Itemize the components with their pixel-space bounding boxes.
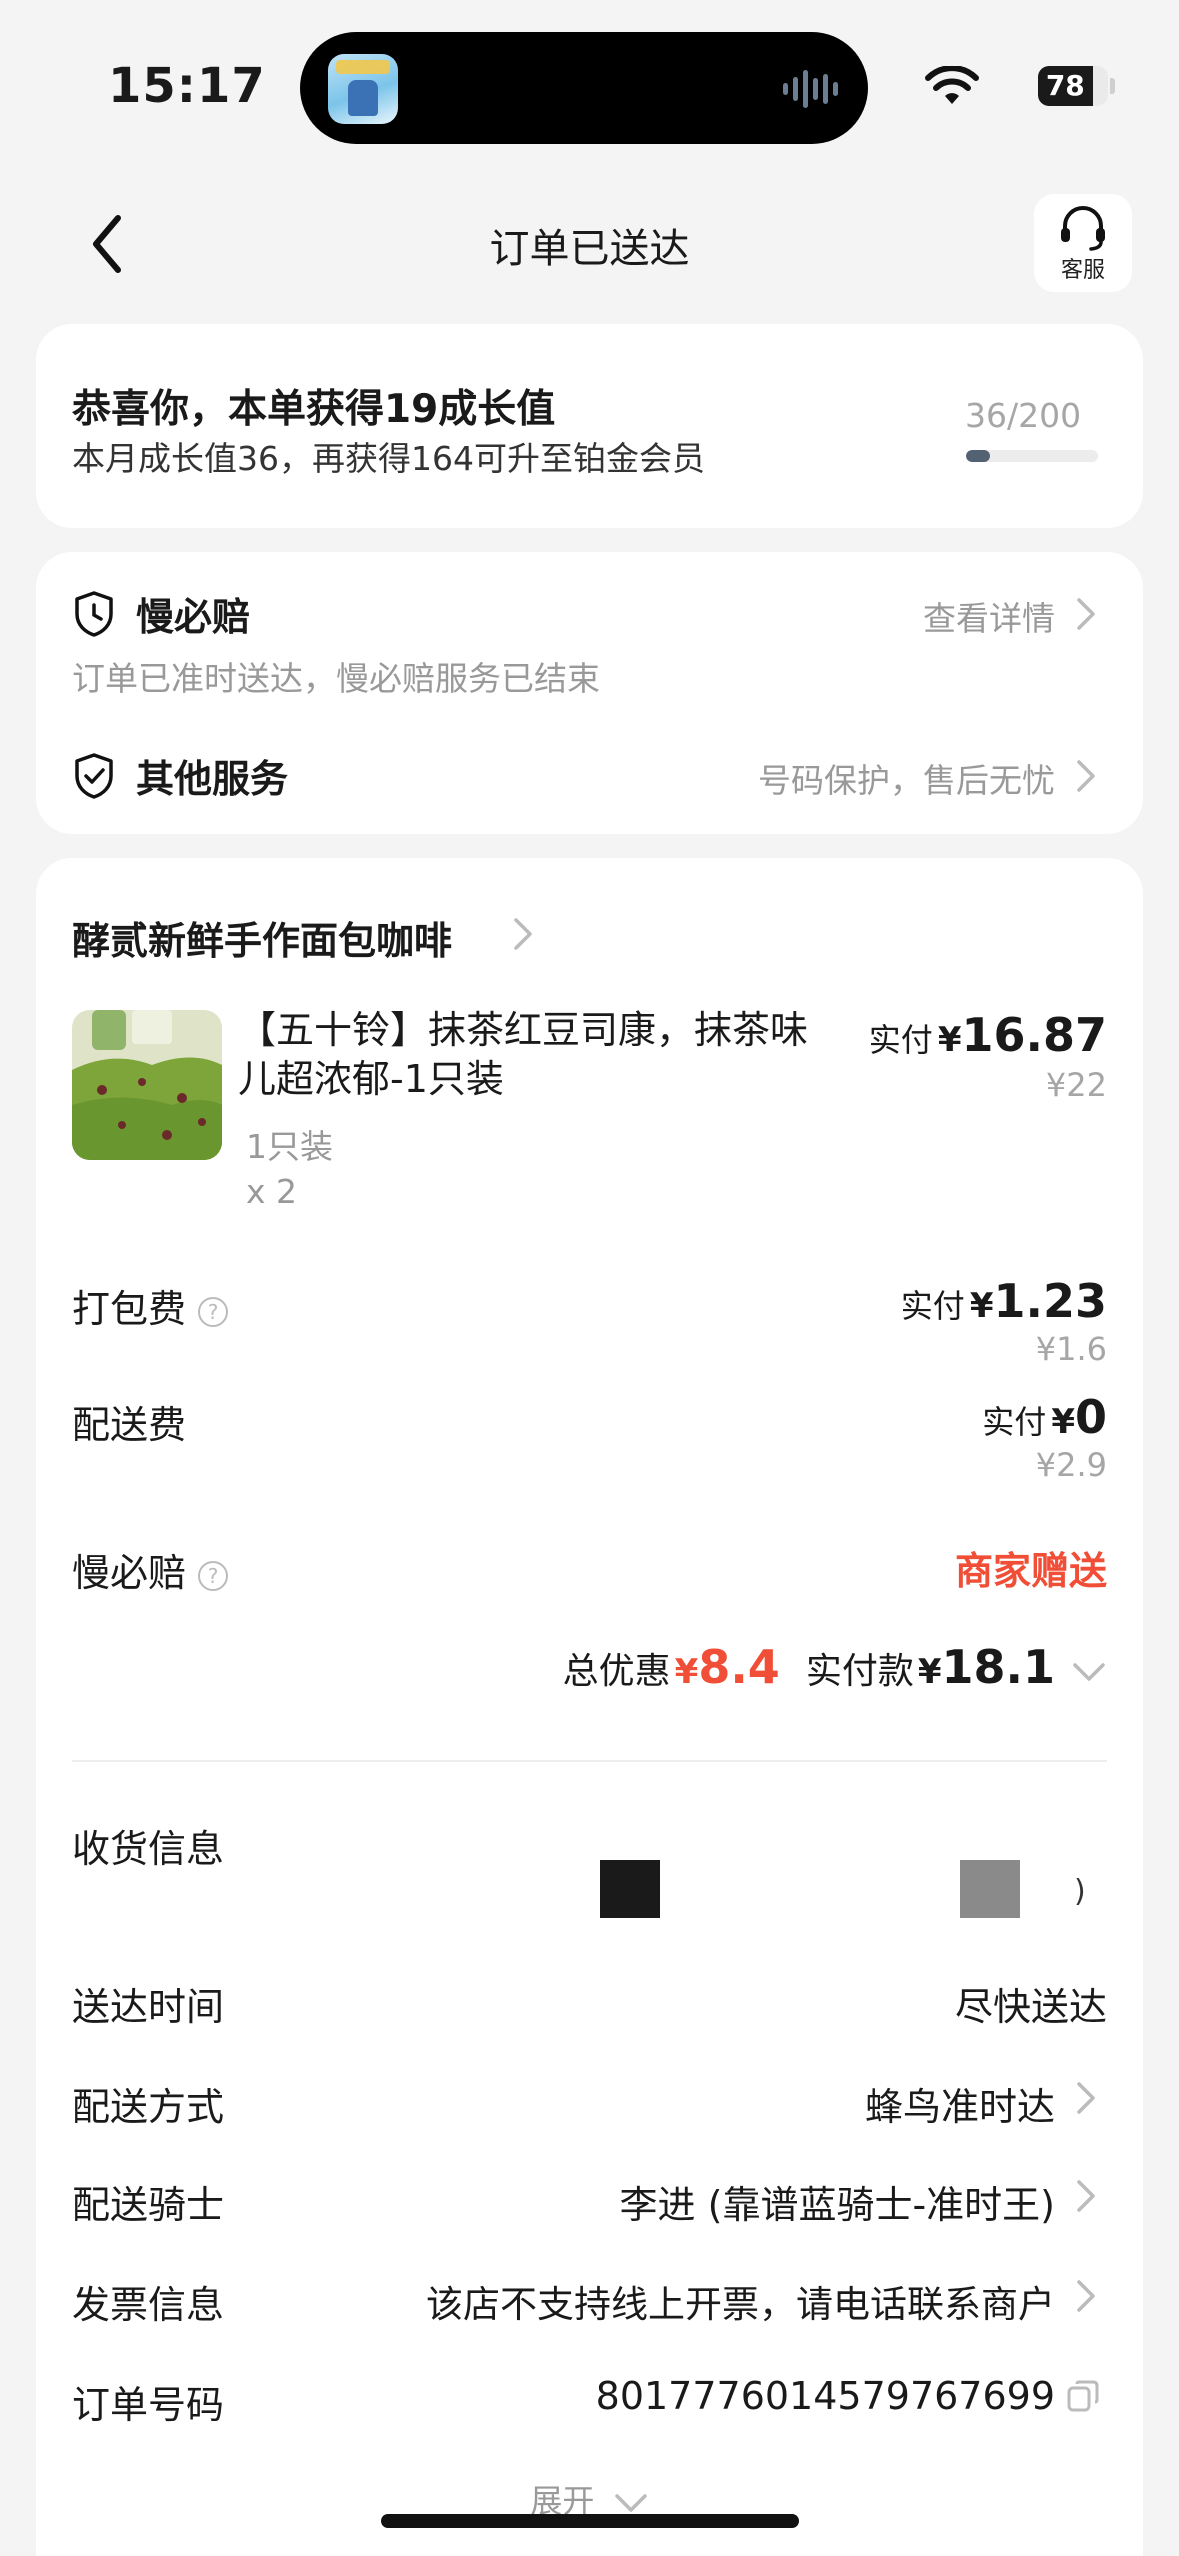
slow-comp-row-label: 慢必赔?	[72, 1542, 229, 1597]
redacted-block	[960, 1860, 1020, 1918]
battery-indicator: 78	[1038, 66, 1108, 106]
packing-fee-original: ¥1.6	[1035, 1330, 1107, 1368]
product-name[interactable]: 【五十铃】抹茶红豆司康，抹茶味儿超浓郁-1只装	[238, 1006, 808, 1104]
product-paid-amount: 16.87	[961, 1008, 1107, 1062]
growth-progress-fill	[966, 450, 990, 462]
total-discount-amount: 8.4	[698, 1640, 780, 1694]
discount-currency: ¥	[674, 1652, 699, 1692]
section-divider	[72, 1760, 1107, 1762]
other-services-title: 其他服务	[136, 757, 289, 801]
growth-progress-bar	[966, 450, 1098, 462]
currency-symbol: ¥	[1051, 1402, 1075, 1442]
battery-tip	[1110, 78, 1115, 94]
invoice-label: 发票信息	[72, 2283, 225, 2327]
total-paid-label: 实付款	[805, 1651, 914, 1692]
delivery-fee-paid: 实付 ¥0	[982, 1390, 1107, 1444]
chevron-right-icon[interactable]	[1075, 2178, 1097, 2214]
chevron-down-icon[interactable]	[1071, 1661, 1107, 1683]
help-icon[interactable]: ?	[198, 1560, 229, 1591]
receiver-info-tail: )	[1074, 1874, 1086, 1909]
status-time: 15:17	[108, 58, 266, 114]
battery-percent: 78	[1045, 69, 1085, 102]
total-paid-amount: 18.1	[941, 1640, 1056, 1694]
delivery-fee-original: ¥2.9	[1035, 1446, 1107, 1484]
slow-compensation-title: 慢必赔	[136, 595, 251, 639]
rider-label: 配送骑士	[72, 2183, 225, 2227]
dynamic-island[interactable]	[300, 32, 868, 144]
redacted-block	[600, 1860, 660, 1918]
paid-label: 实付	[982, 1403, 1047, 1441]
paid-currency: ¥	[917, 1652, 942, 1692]
merchant-gift-badge: 商家赠送	[954, 1549, 1107, 1593]
clock-shield-icon	[75, 591, 113, 637]
check-shield-icon	[75, 753, 113, 799]
delivery-time-value: 尽快送达	[954, 1985, 1107, 2029]
delivery-method-label: 配送方式	[72, 2085, 225, 2129]
order-number-value: 8017776014579767699	[595, 2374, 1055, 2418]
product-quantity: x 2	[246, 1172, 298, 1211]
currency-symbol: ¥	[969, 1286, 994, 1326]
packing-fee-text: 打包费	[72, 1287, 187, 1331]
delivery-fee-label: 配送费	[72, 1403, 187, 1447]
headset-icon	[1061, 206, 1105, 251]
product-original-price: ¥22	[1045, 1066, 1107, 1104]
help-icon[interactable]: ?	[198, 1296, 229, 1327]
customer-service-label: 客服	[1060, 258, 1105, 283]
customer-service-button[interactable]: 客服	[1034, 194, 1132, 292]
chevron-right-icon[interactable]	[1075, 758, 1097, 794]
delivery-method-value[interactable]: 蜂鸟准时达	[865, 2076, 1055, 2131]
slow-compensation-desc: 订单已准时送达，慢必赔服务已结束	[72, 659, 600, 698]
packing-fee-amount: 1.23	[993, 1274, 1108, 1328]
audio-waveform-icon	[783, 70, 838, 108]
receiver-info-label: 收货信息	[72, 1827, 225, 1871]
chevron-right-icon[interactable]	[1075, 596, 1097, 632]
product-thumbnail[interactable]	[72, 1010, 222, 1160]
growth-progress-text: 36/200	[965, 396, 1082, 435]
growth-title: 恭喜你，本单获得19成长值	[72, 387, 556, 432]
delivery-fee-amount: 0	[1074, 1390, 1107, 1444]
order-total-summary[interactable]: 总优惠 ¥8.4 实付款 ¥18.1	[563, 1640, 1107, 1694]
product-spec: 1只装	[246, 1127, 333, 1166]
chevron-down-icon	[614, 2494, 647, 2512]
growth-subtitle: 本月成长值36，再获得164可升至铂金会员	[72, 439, 705, 478]
rider-value[interactable]: 李进 (靠谱蓝骑士-准时王)	[620, 2174, 1055, 2229]
page-title: 订单已送达	[489, 226, 690, 272]
home-indicator[interactable]	[381, 2514, 799, 2528]
slow-comp-text: 慢必赔	[72, 1551, 187, 1595]
delivery-time-label: 送达时间	[72, 1985, 225, 2029]
slow-compensation-details-link[interactable]: 查看详情	[923, 592, 1055, 640]
product-paid-price: 实付 ¥16.87	[869, 1008, 1107, 1062]
paid-label: 实付	[868, 1021, 933, 1059]
copy-icon[interactable]	[1065, 2378, 1101, 2414]
invoice-value[interactable]: 该店不支持线上开票，请电话联系商户	[426, 2274, 1055, 2328]
paid-label: 实付	[900, 1287, 965, 1325]
packing-fee-paid: 实付 ¥1.23	[901, 1274, 1107, 1328]
total-discount-label: 总优惠	[562, 1651, 671, 1692]
other-services-link[interactable]: 号码保护，售后无忧	[758, 754, 1055, 802]
wifi-icon	[925, 66, 979, 104]
currency-symbol: ¥	[937, 1020, 962, 1060]
packing-fee-label: 打包费?	[72, 1278, 229, 1333]
shop-name-link[interactable]: 酵贰新鲜手作面包咖啡	[72, 910, 452, 965]
now-playing-app-icon	[328, 54, 398, 124]
chevron-right-icon[interactable]	[512, 916, 534, 952]
chevron-right-icon[interactable]	[1075, 2080, 1097, 2116]
chevron-right-icon[interactable]	[1075, 2278, 1097, 2314]
order-number-label: 订单号码	[72, 2383, 225, 2427]
